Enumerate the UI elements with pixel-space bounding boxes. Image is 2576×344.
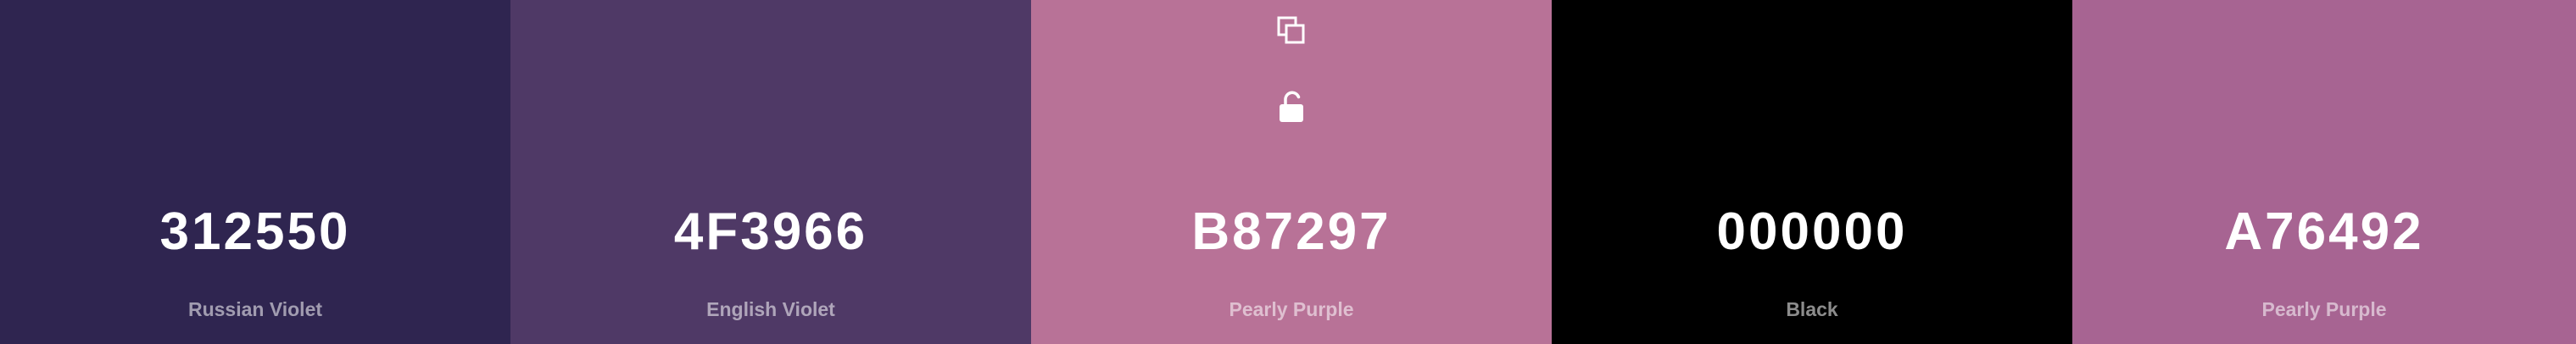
swatch-color-name: Pearly Purple	[2261, 298, 2387, 320]
swatch-3[interactable]: B87297 Pearly Purple	[1031, 0, 1552, 344]
swatch-color-name: English Violet	[706, 298, 835, 320]
swatch-4[interactable]: 000000 Black	[1552, 0, 2072, 344]
swatch-color-name: Black	[1786, 298, 1838, 320]
swatch-hex-code[interactable]: 312550	[0, 200, 510, 264]
swatch-hex-code[interactable]: 4F3966	[510, 200, 1031, 264]
unlock-icon[interactable]	[1274, 90, 1308, 124]
swatch-5[interactable]: A76492 Pearly Purple	[2072, 0, 2576, 344]
swatch-hex-code[interactable]: 000000	[1552, 200, 2072, 264]
swatch-color-name: Pearly Purple	[1229, 298, 1354, 320]
swatch-hex-code[interactable]: B87297	[1031, 200, 1552, 264]
swatch-hex-code[interactable]: A76492	[2072, 200, 2576, 264]
swatch-2[interactable]: 4F3966 English Violet	[510, 0, 1031, 344]
swatch-color-name: Russian Violet	[187, 298, 323, 320]
swatch-1[interactable]: 312550 Russian Violet	[0, 0, 510, 344]
swatch-toolbar	[1031, 14, 1552, 124]
color-palette: 312550 Russian Violet 4F3966 English Vio…	[0, 0, 2576, 344]
copy-icon[interactable]	[1274, 14, 1308, 47]
